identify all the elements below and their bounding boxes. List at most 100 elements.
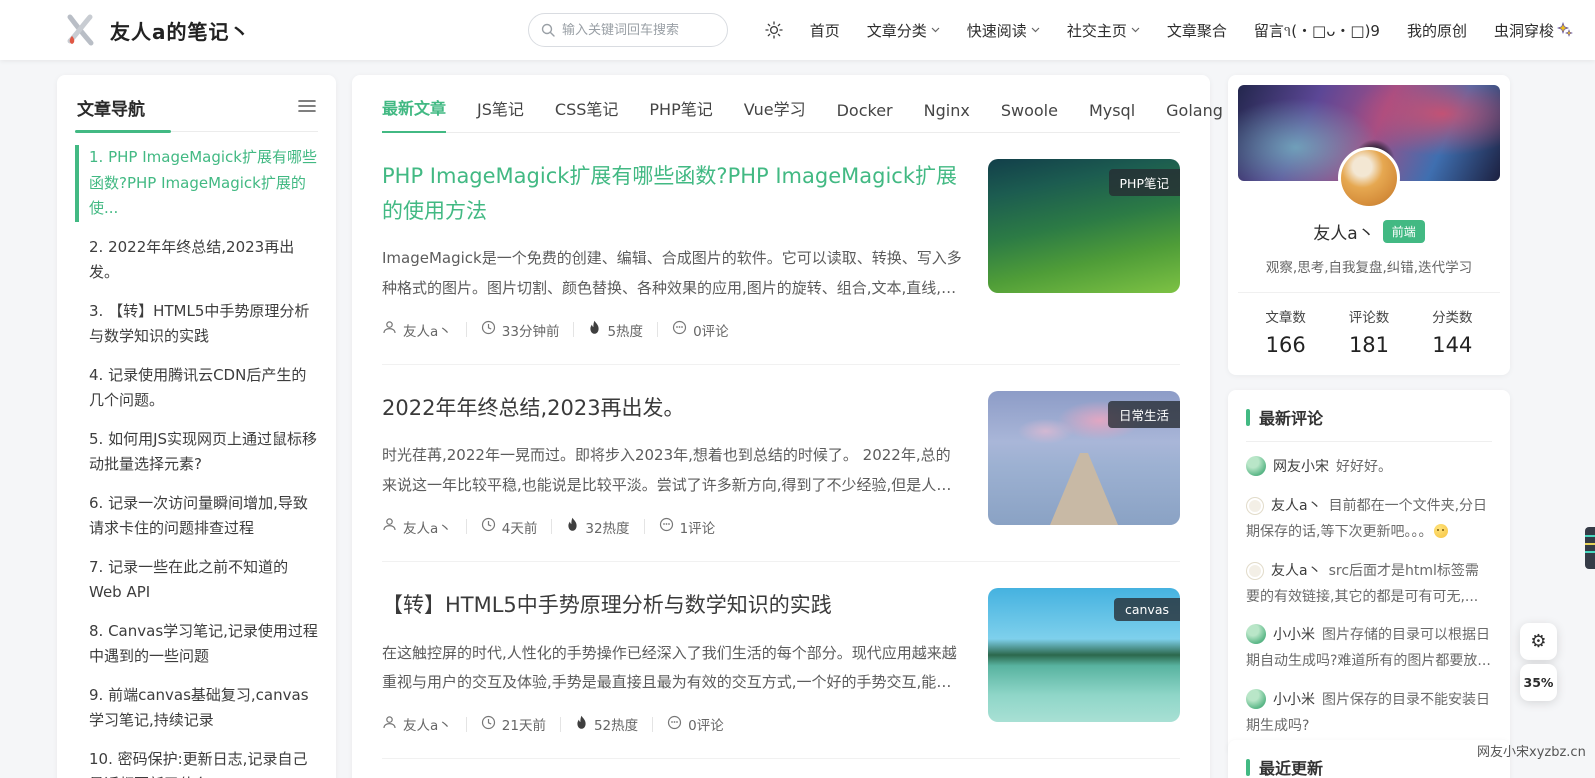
clock-icon [481, 715, 496, 734]
site-logo[interactable]: 友人a的笔记丶 [62, 0, 251, 60]
tab-nginx[interactable]: Nginx [924, 101, 970, 132]
tab-mysql[interactable]: Mysql [1089, 101, 1135, 132]
article-card: 【转】HTML5中手势原理分析与数学知识的实践 在这触控屏的时代,人性化的手势操… [382, 562, 1180, 760]
logo-icon [62, 12, 98, 48]
comment-item[interactable]: 友人a丶 目前都在一个文件夹,分日期保存的话,等下次更新吧。。。 [1246, 494, 1492, 546]
chevron-down-icon [931, 27, 940, 33]
toc-item[interactable]: 3. 【转】HTML5中手势原理分析与数学知识的实践 [75, 299, 318, 350]
article-comments: 1评论 [679, 520, 716, 537]
nav-item-aggregation[interactable]: 文章聚合 [1167, 20, 1227, 41]
toc-item[interactable]: 9. 前端canvas基础复习,canvas学习笔记,持续记录 [75, 683, 318, 734]
stat-comments[interactable]: 评论数 181 [1327, 306, 1410, 357]
theme-toggle-button[interactable] [765, 21, 783, 39]
comment-author: 小小米 [1273, 692, 1315, 709]
toc-item[interactable]: 6. 记录一次访问量瞬间增加,导致请求卡住的问题排查过程 [75, 491, 318, 542]
article-meta: 友人a丶 21天前 52热度 0评论 [382, 714, 962, 734]
comment-item[interactable]: 小小米 图片存储的目录可以根据日期自动生成吗?难道所有的图片都要放... [1246, 623, 1492, 675]
person-icon [382, 320, 397, 339]
tab-php[interactable]: PHP笔记 [649, 96, 712, 132]
tab-docker[interactable]: Docker [837, 101, 893, 132]
avatar [1246, 496, 1264, 515]
article-excerpt: 时光荏苒,2022年一晃而过。即将步入2023年,想着也到总结的时候了。 202… [382, 446, 952, 494]
avatar [1246, 456, 1266, 476]
profile-name[interactable]: 友人a丶 [1313, 219, 1374, 244]
comment-text: 好好好。 [1336, 459, 1392, 475]
nav-item-home[interactable]: 首页 [810, 20, 840, 41]
scrollbar-minimap[interactable] [1585, 527, 1595, 569]
flame-icon [588, 320, 601, 339]
article-author: 友人a丶 [403, 718, 452, 735]
nav-item-message-board[interactable]: 留言૧(・□ᴗ・□)9 [1254, 20, 1380, 41]
stat-categories[interactable]: 分类数 144 [1411, 306, 1494, 357]
clock-icon [481, 517, 496, 536]
toc-item[interactable]: 1. PHP ImageMagick扩展有哪些函数?PHP ImageMagic… [75, 145, 318, 222]
profile-motto: 观察,思考,自我复盘,纠错,迭代学习 [1265, 260, 1473, 276]
comment-author: 友人a丶 [1271, 497, 1322, 514]
article-time: 4天前 [501, 520, 538, 537]
article-title[interactable]: PHP ImageMagick扩展有哪些函数?PHP ImageMagick扩展… [382, 159, 962, 228]
tab-swoole[interactable]: Swoole [1001, 101, 1058, 132]
divider [465, 322, 467, 338]
article-heat: 5热度 [607, 323, 644, 340]
divider [465, 519, 467, 535]
flame-icon [566, 517, 579, 536]
article-thumbnail[interactable]: canvas [988, 587, 1180, 722]
avatar [1246, 561, 1264, 580]
article-title[interactable]: 2022年年终总结,2023再出发。 [382, 391, 962, 426]
comment-icon [667, 715, 682, 734]
article-thumbnail[interactable]: 日常生活 [988, 390, 1180, 525]
chevron-down-icon [1131, 27, 1140, 33]
tab-latest[interactable]: 最新文章 [382, 95, 447, 133]
article-card: 2022年年终总结,2023再出发。 时光荏苒,2022年一晃而过。即将步入20… [382, 365, 1180, 562]
avatar[interactable] [1338, 147, 1400, 209]
stat-articles[interactable]: 文章数 166 [1244, 306, 1327, 357]
watermark-text: 网友小宋xyzbz.cn [1477, 745, 1586, 760]
toc-item[interactable]: 10. 密码保护:更新日志,记录自己最近都更新了什么。 [75, 747, 318, 778]
latest-comments-title: 最新评论 [1259, 409, 1324, 428]
toc-item[interactable]: 4. 记录使用腾讯云CDN后产生的几个问题。 [75, 363, 318, 414]
toc-item[interactable]: 2. 2022年年终总结,2023再出发。 [75, 235, 318, 286]
nav-item-quick-read[interactable]: 快速阅读 [967, 20, 1040, 41]
chevron-down-icon [1031, 27, 1040, 33]
sparkles-icon [1557, 22, 1573, 38]
hamburger-icon[interactable] [298, 98, 316, 117]
site-title: 友人a的笔记丶 [110, 19, 251, 44]
tab-golang[interactable]: Golang [1166, 101, 1223, 132]
category-tabs: 最新文章 JS笔记 CSS笔记 PHP笔记 Vue学习 Docker Nginx… [382, 95, 1269, 133]
clock-icon [481, 320, 496, 339]
divider [573, 322, 575, 338]
comment-item[interactable]: 小小米 图片保存的目录不能安装日期生成吗? [1246, 688, 1492, 740]
tab-css[interactable]: CSS笔记 [555, 96, 619, 132]
tab-vue[interactable]: Vue学习 [744, 96, 806, 132]
nav-item-social[interactable]: 社交主页 [1067, 20, 1140, 41]
comment-item[interactable]: 网友小宋 好好好。 [1246, 455, 1492, 481]
person-icon [382, 517, 397, 536]
article-thumbnail[interactable]: PHP笔记 [988, 159, 1180, 293]
nav-item-wormhole[interactable]: 虫洞穿梭 [1494, 20, 1573, 41]
divider [559, 716, 561, 732]
article-comments: 0评论 [693, 323, 729, 340]
zoom-level-button[interactable]: 35% [1520, 664, 1557, 701]
nav-item-my-original[interactable]: 我的原创 [1407, 20, 1467, 41]
nav-item-categories[interactable]: 文章分类 [867, 20, 940, 41]
toc-item[interactable]: 5. 如何用JS实现网页上通过鼠标移动批量选择元素? [75, 427, 318, 478]
search-input[interactable] [562, 22, 732, 38]
category-badge: 日常生活 [1107, 400, 1180, 428]
article-title[interactable]: 【转】HTML5中手势原理分析与数学知识的实践 [382, 588, 962, 623]
toc-item[interactable]: 7. 记录一些在此之前不知道的Web API [75, 555, 318, 606]
toc-item[interactable]: 8. Canvas学习笔记,记录使用过程中遇到的一些问题 [75, 619, 318, 670]
divider [75, 130, 318, 133]
sleepy-face-icon [1434, 523, 1449, 538]
tab-js[interactable]: JS笔记 [477, 96, 524, 132]
article-card: 记录使用腾讯云CDN后产生的几个问题。 腾讯云 CDN 节点默认连接超时5s,接… [382, 759, 1180, 778]
article-card: PHP ImageMagick扩展有哪些函数?PHP ImageMagick扩展… [382, 133, 1180, 365]
settings-button[interactable]: ⚙ [1520, 623, 1557, 660]
divider [551, 519, 553, 535]
profile-stats: 文章数 166 评论数 181 分类数 144 [1238, 292, 1500, 375]
comment-item[interactable]: 友人a丶 src后面才是html标签需要的有效链接,其它的都是可有可无,... [1246, 559, 1492, 611]
category-badge: canvas [1113, 597, 1180, 621]
article-toc-panel: 文章导航 1. PHP ImageMagick扩展有哪些函数?PHP Image… [57, 75, 336, 778]
article-meta: 友人a丶 33分钟前 5热度 0评论 [382, 320, 962, 340]
divider [652, 716, 654, 732]
divider [643, 519, 645, 535]
